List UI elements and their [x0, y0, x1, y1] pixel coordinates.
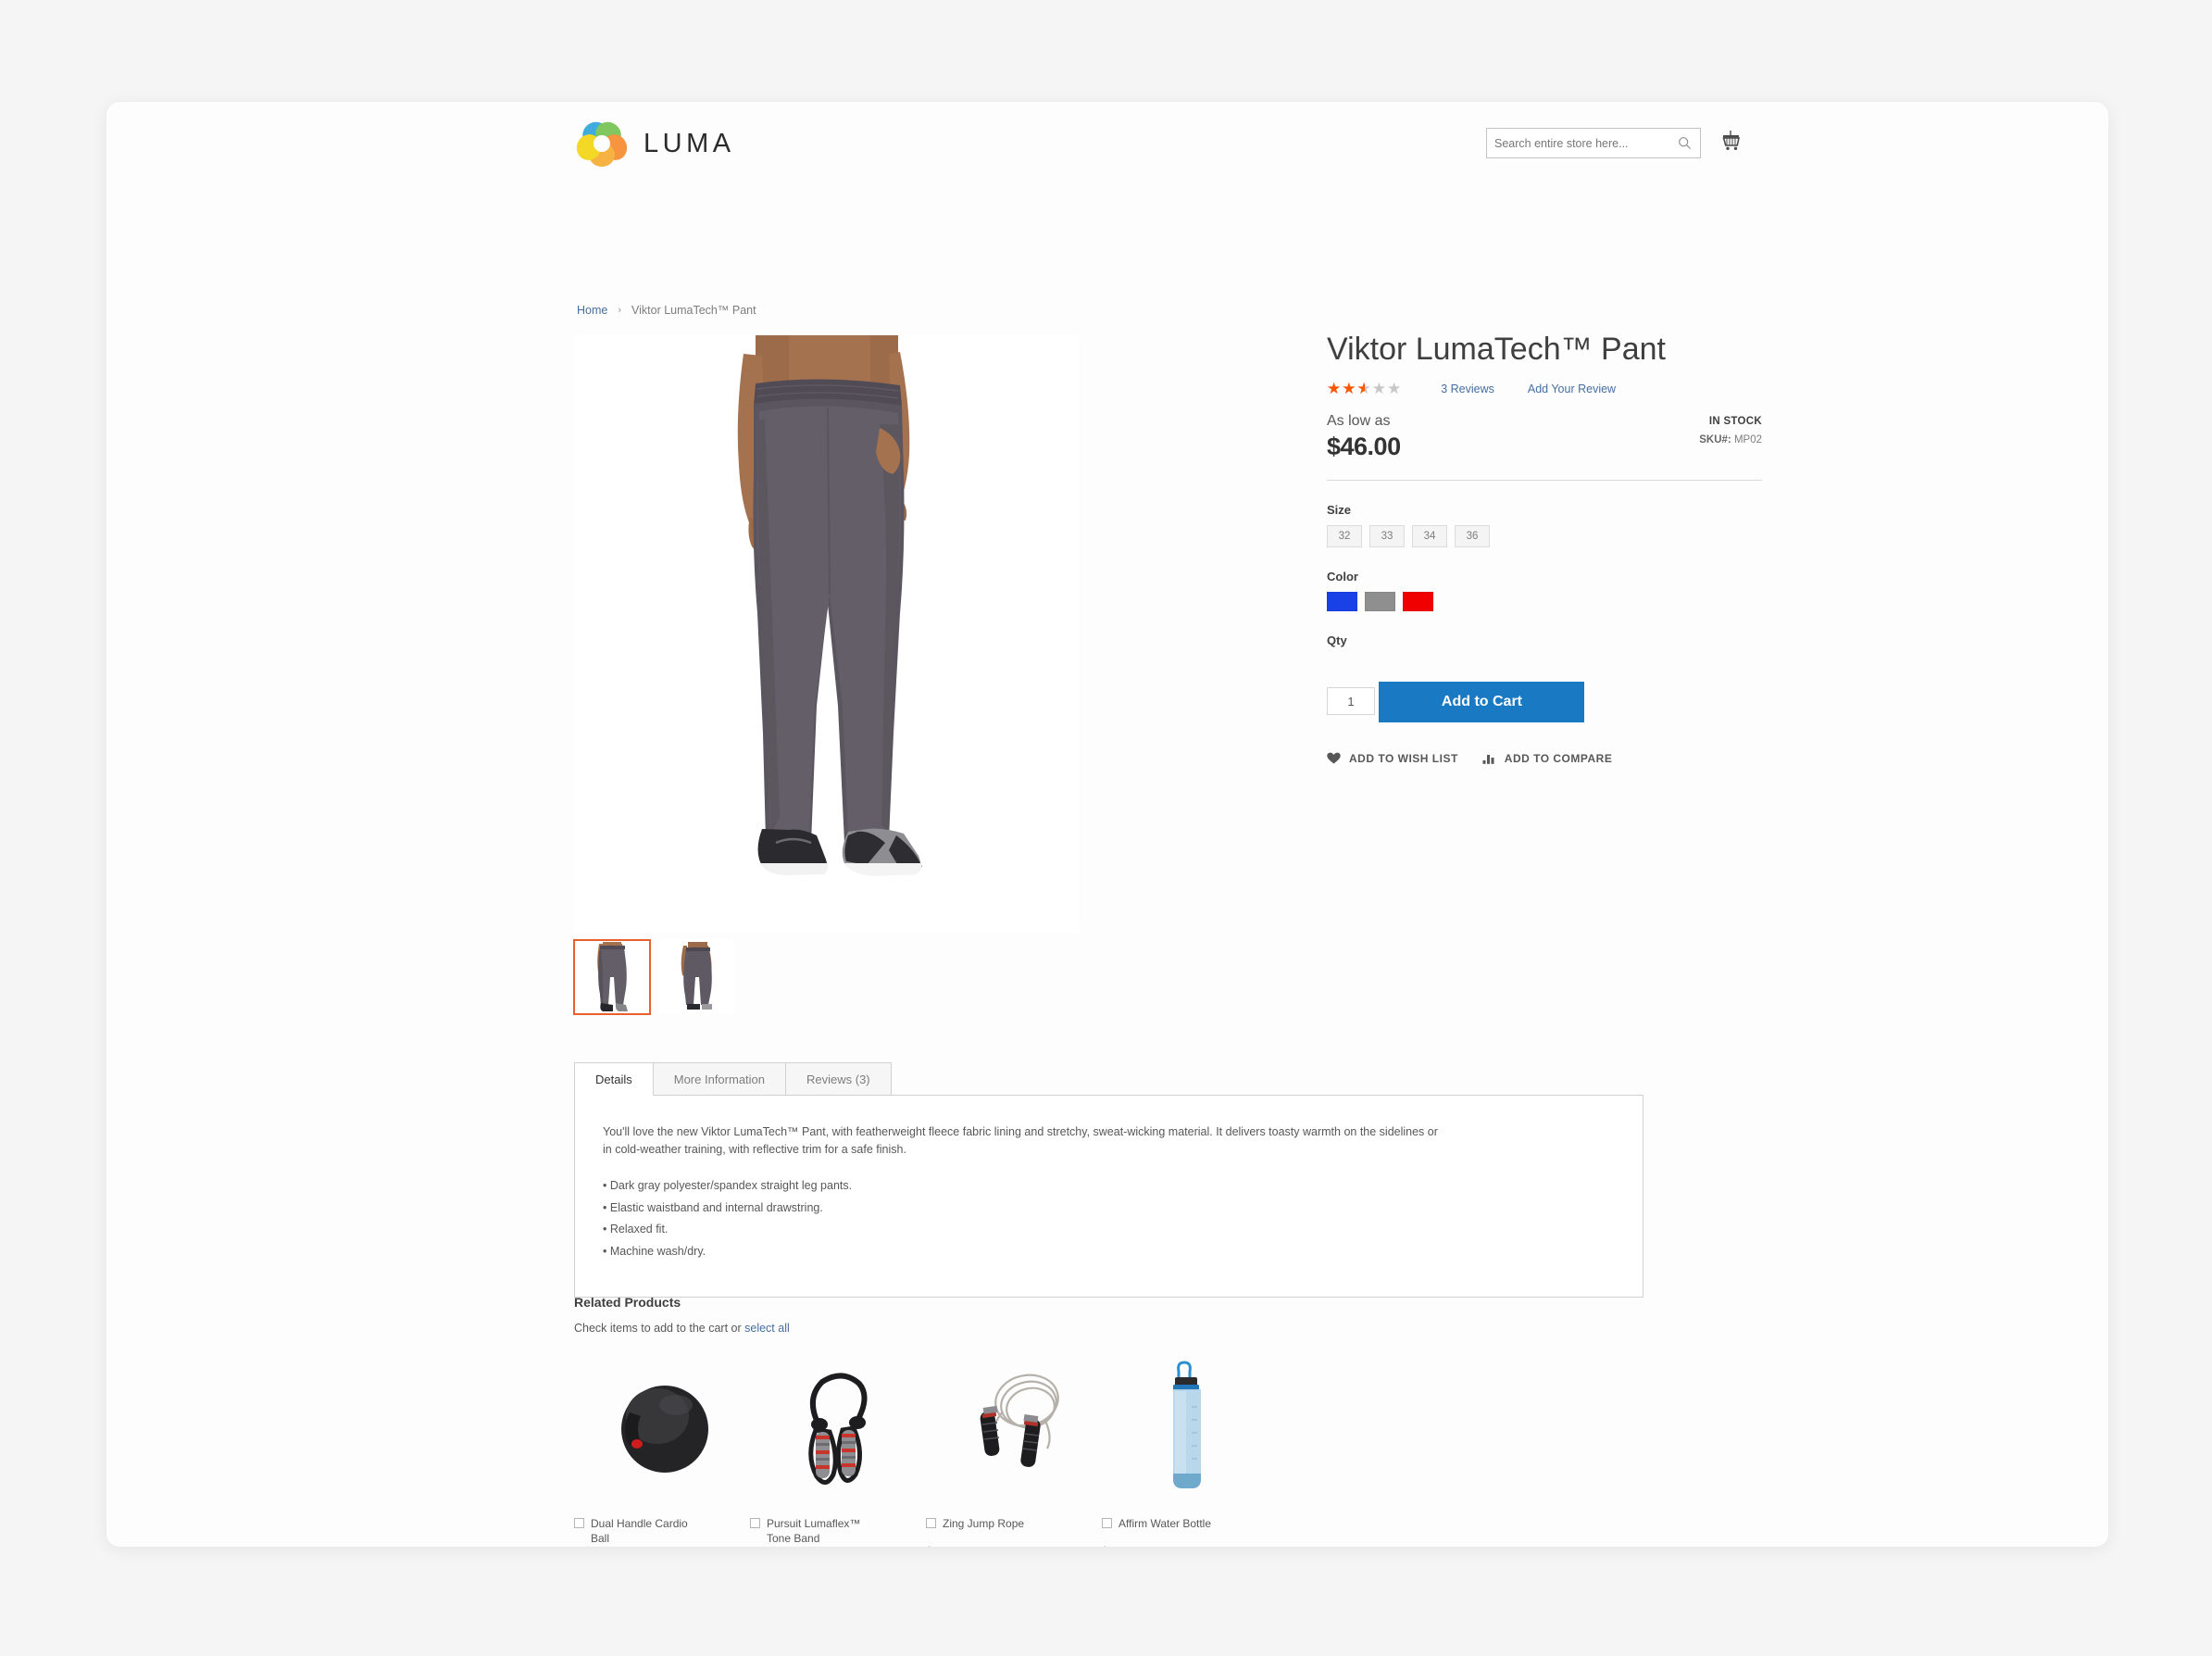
site-header: LUMA — [106, 102, 2108, 199]
size-swatch-list: 32 33 34 36 — [1327, 524, 1762, 547]
list-item: Zing Jump Rope $12.00 — [926, 1359, 1102, 1547]
luma-flower-icon — [577, 119, 627, 169]
status-badge: IN STOCK — [1708, 415, 1762, 427]
list-item: Relaxed fit. — [603, 1219, 1615, 1241]
info-divider — [1327, 479, 1762, 481]
color-label: Color — [1327, 569, 1358, 583]
tab-strip: Details More Information Reviews (3) — [574, 1062, 1643, 1096]
list-item: Machine wash/dry. — [603, 1241, 1615, 1263]
related-product-name[interactable]: Dual Handle Cardio Ball — [591, 1516, 702, 1546]
star-rating: ★★★★★ ★★★★★ — [1327, 381, 1402, 396]
size-swatch-33[interactable]: 33 — [1369, 524, 1405, 547]
reviews-count-link[interactable]: 3 Reviews — [1441, 383, 1494, 395]
product-gallery — [573, 335, 1079, 1015]
breadcrumb-separator-icon: › — [618, 305, 622, 316]
search-input[interactable] — [1494, 136, 1670, 150]
size-label: Size — [1327, 502, 1352, 517]
list-item: Dual Handle Cardio Ball $12.00 — [574, 1359, 750, 1547]
add-your-review-link[interactable]: Add Your Review — [1528, 383, 1616, 395]
tab-panel-details: You'll love the new Viktor LumaTech™ Pan… — [574, 1095, 1643, 1298]
luma-logo[interactable]: LUMA — [577, 119, 735, 169]
related-subtitle-text: Check items to add to the cart or — [574, 1322, 745, 1335]
secondary-links: ADD TO WISH LIST ADD TO COMPARE — [1327, 752, 1762, 765]
water-bottle-image[interactable] — [1102, 1359, 1278, 1498]
related-product-checkbox[interactable] — [926, 1518, 936, 1528]
color-swatch-red[interactable] — [1403, 591, 1433, 611]
related-products-title: Related Products — [574, 1295, 681, 1310]
bar-chart-icon — [1482, 752, 1496, 764]
product-main-image[interactable] — [574, 335, 1079, 933]
related-products: Related Products Check items to add to t… — [574, 1295, 1648, 1547]
logo-wordmark: LUMA — [644, 128, 735, 158]
quantity-stepper[interactable] — [1327, 687, 1375, 716]
related-product-checkbox[interactable] — [574, 1518, 584, 1528]
pant-back-thumbnail[interactable] — [659, 940, 735, 1014]
details-paragraph: You'll love the new Viktor LumaTech™ Pan… — [603, 1125, 1438, 1157]
shopping-cart-icon[interactable] — [1718, 128, 1743, 156]
pant-front-thumbnail[interactable] — [573, 939, 651, 1015]
color-swatch-blue[interactable] — [1327, 591, 1357, 611]
search-icon[interactable] — [1678, 136, 1692, 150]
wishlist-label: ADD TO WISH LIST — [1349, 751, 1458, 765]
tab-details[interactable]: Details — [574, 1062, 654, 1096]
size-swatch-32[interactable]: 32 — [1327, 524, 1362, 547]
sku-text: SKU#: MP02 — [1699, 434, 1762, 445]
page-card: LUMA Search entire store here... Home › … — [106, 102, 2108, 1547]
related-product-price: $7.00 — [1102, 1544, 1278, 1547]
select-all-link[interactable]: select all — [744, 1322, 790, 1335]
list-item: Pursuit Lumaflex™ Tone Band $16.00 — [750, 1359, 926, 1547]
price-block: As low as $46.00 IN STOCK SKU#: MP02 — [1327, 413, 1762, 461]
add-to-wishlist-link[interactable]: ADD TO WISH LIST — [1327, 752, 1458, 765]
related-product-name[interactable]: Affirm Water Bottle — [1118, 1516, 1211, 1531]
compare-label: ADD TO COMPARE — [1504, 751, 1613, 765]
sku-label: SKU#: — [1699, 433, 1731, 445]
related-product-price: $12.00 — [926, 1544, 1102, 1547]
product-price: $46.00 — [1327, 432, 1401, 460]
list-item: Affirm Water Bottle $7.00 — [1102, 1359, 1278, 1547]
breadcrumb-current: Viktor LumaTech™ Pant — [631, 304, 756, 317]
as-low-as-label: As low as — [1327, 412, 1391, 429]
page-title: Viktor LumaTech™ Pant — [1327, 332, 1666, 367]
rating-row: ★★★★★ ★★★★★ 3 Reviews Add Your Review — [1327, 380, 1762, 398]
breadcrumb: Home › Viktor LumaTech™ Pant — [577, 304, 756, 317]
list-item: Dark gray polyester/spandex straight leg… — [603, 1175, 1615, 1198]
thumbnail-list — [573, 939, 1079, 1015]
stock-and-sku: IN STOCK SKU#: MP02 — [1699, 416, 1762, 445]
breadcrumb-home-link[interactable]: Home — [577, 304, 607, 317]
related-product-checkbox[interactable] — [1102, 1518, 1112, 1528]
tone-band-image[interactable] — [750, 1359, 926, 1498]
search-area — [1486, 128, 1701, 158]
related-product-checkbox[interactable] — [750, 1518, 760, 1528]
heart-icon — [1327, 752, 1341, 764]
size-swatch-36[interactable]: 36 — [1455, 524, 1490, 547]
product-info: Viktor LumaTech™ Pant ★★★★★ ★★★★★ 3 Revi… — [1327, 332, 1762, 765]
jump-rope-image[interactable] — [926, 1359, 1102, 1498]
size-swatch-34[interactable]: 34 — [1412, 524, 1447, 547]
sku-value: MP02 — [1733, 433, 1762, 445]
color-swatch-gray[interactable] — [1365, 591, 1395, 611]
related-products-subtitle: Check items to add to the cart or select… — [574, 1322, 1648, 1335]
color-swatch-list — [1327, 591, 1762, 611]
star-rating-filled: ★★★★★ — [1327, 381, 1365, 397]
related-product-name[interactable]: Zing Jump Rope — [943, 1516, 1024, 1531]
list-item: Elastic waistband and internal drawstrin… — [603, 1198, 1615, 1220]
tab-more-information[interactable]: More Information — [652, 1062, 787, 1095]
related-product-name[interactable]: Pursuit Lumaflex™ Tone Band — [767, 1516, 878, 1546]
cardio-ball-image[interactable] — [574, 1359, 750, 1498]
details-bullet-list: Dark gray polyester/spandex straight leg… — [603, 1175, 1615, 1263]
tab-reviews[interactable]: Reviews (3) — [785, 1062, 892, 1095]
product-tabs: Details More Information Reviews (3) You… — [574, 1062, 1643, 1298]
search-box[interactable] — [1486, 128, 1701, 158]
qty-label: Qty — [1327, 633, 1347, 647]
related-products-grid: Dual Handle Cardio Ball $12.00 — [574, 1359, 1648, 1547]
add-to-compare-link[interactable]: ADD TO COMPARE — [1482, 752, 1613, 765]
add-to-cart-button[interactable]: Add to Cart — [1379, 681, 1585, 722]
